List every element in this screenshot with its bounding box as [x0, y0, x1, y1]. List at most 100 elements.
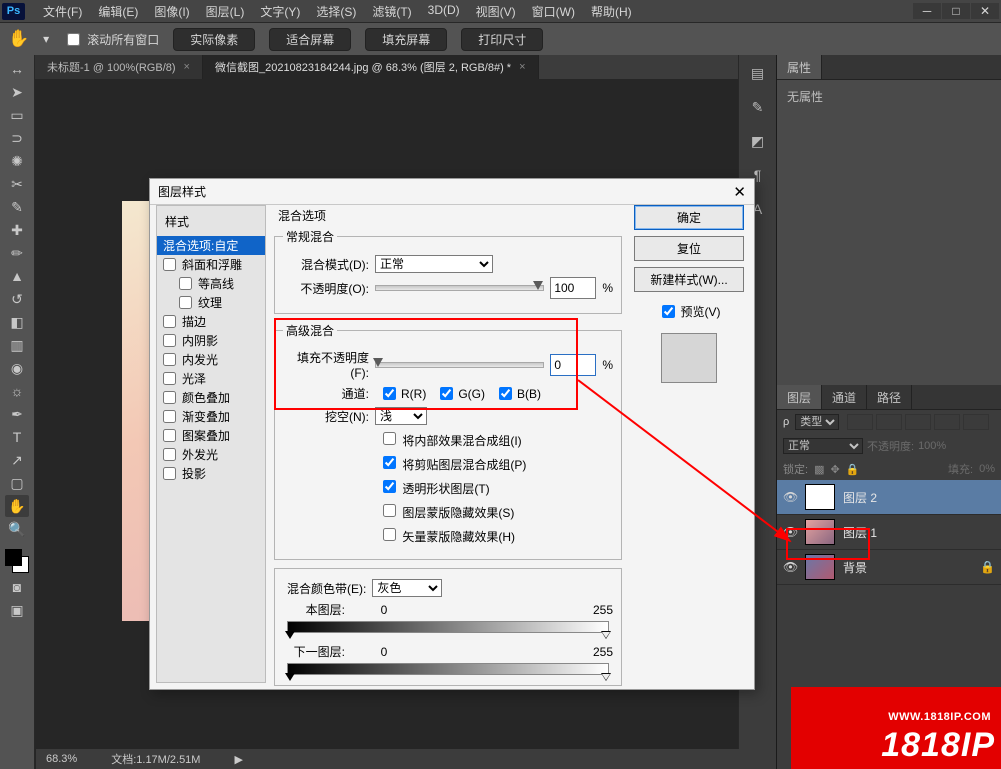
close-icon[interactable]: × — [519, 61, 525, 73]
visibility-toggle[interactable]: 👁 — [783, 490, 797, 504]
status-zoom[interactable]: 68.3% — [46, 753, 77, 765]
crop-tool[interactable]: ✂ — [5, 173, 29, 195]
maximize-button[interactable]: □ — [942, 3, 970, 19]
layer-name[interactable]: 图层 2 — [843, 489, 877, 506]
color-swatches[interactable] — [3, 547, 31, 575]
close-button[interactable]: ✕ — [971, 3, 999, 19]
style-inner-glow[interactable]: 内发光 — [157, 350, 265, 369]
eyedropper-tool[interactable]: ✎ — [5, 196, 29, 218]
chk-maskfx[interactable]: 图层蒙版隐藏效果(S) — [379, 501, 514, 521]
new-style-button[interactable]: 新建样式(W)... — [634, 267, 744, 292]
style-grad-overlay[interactable]: 渐变叠加 — [157, 407, 265, 426]
dialog-close-button[interactable]: ✕ — [733, 183, 746, 201]
marquee-tool[interactable]: ▭ — [5, 104, 29, 126]
path-select-tool[interactable]: ↗ — [5, 449, 29, 471]
blend-mode-select[interactable]: 正常 — [375, 255, 493, 273]
filter-adjust-icon[interactable] — [876, 414, 902, 430]
fit-screen-button[interactable]: 适合屏幕 — [269, 28, 351, 51]
chk-vecmaskfx[interactable]: 矢量蒙版隐藏效果(H) — [379, 525, 515, 545]
dodge-tool[interactable]: ☼ — [5, 380, 29, 402]
style-pattern-overlay[interactable]: 图案叠加 — [157, 426, 265, 445]
menu-edit[interactable]: 编辑(E) — [90, 0, 146, 23]
layer-name[interactable]: 背景 — [843, 559, 867, 576]
preview-checkbox[interactable]: 预览(V) — [634, 298, 744, 321]
status-arrow-icon[interactable]: ▶ — [234, 753, 242, 766]
style-stroke[interactable]: 描边 — [157, 312, 265, 331]
shape-tool[interactable]: ▢ — [5, 472, 29, 494]
option-scroll-all[interactable]: 滚动所有窗口 — [63, 30, 159, 49]
chk-interior[interactable]: 将内部效果混合成组(I) — [379, 429, 522, 449]
blur-tool[interactable]: ◉ — [5, 357, 29, 379]
menu-view[interactable]: 视图(V) — [468, 0, 524, 23]
gradient-tool[interactable]: ▥ — [5, 334, 29, 356]
menu-image[interactable]: 图像(I) — [146, 0, 197, 23]
menu-3d[interactable]: 3D(D) — [420, 0, 468, 23]
menu-layer[interactable]: 图层(L) — [198, 0, 253, 23]
rail-swatch-icon[interactable]: ◩ — [747, 131, 769, 151]
visibility-toggle[interactable]: 👁 — [783, 560, 797, 574]
tab-layers[interactable]: 图层 — [777, 385, 822, 409]
style-outer-glow[interactable]: 外发光 — [157, 445, 265, 464]
filter-pixel-icon[interactable] — [847, 414, 873, 430]
brush-tool[interactable]: ✏ — [5, 242, 29, 264]
style-satin[interactable]: 光泽 — [157, 369, 265, 388]
filter-smart-icon[interactable] — [963, 414, 989, 430]
lasso-tool[interactable]: ⊃ — [5, 127, 29, 149]
tab-properties[interactable]: 属性 — [777, 55, 822, 79]
tab-channels[interactable]: 通道 — [822, 385, 867, 409]
tab-paths[interactable]: 路径 — [867, 385, 912, 409]
menu-filter[interactable]: 滤镜(T) — [364, 0, 419, 23]
close-icon[interactable]: × — [184, 61, 190, 73]
healing-tool[interactable]: ✚ — [5, 219, 29, 241]
layer-opacity-value[interactable]: 100% — [918, 440, 946, 452]
eraser-tool[interactable]: ◧ — [5, 311, 29, 333]
tool-arrows-icon[interactable]: ↔ — [5, 58, 29, 80]
blendif-select[interactable]: 灰色 — [372, 579, 442, 597]
fill-value[interactable]: 0% — [979, 463, 995, 475]
layer-filter-select[interactable]: 类型 — [795, 414, 839, 430]
layer-row[interactable]: 👁 图层 2 — [777, 480, 1001, 515]
ok-button[interactable]: 确定 — [634, 205, 744, 230]
menu-help[interactable]: 帮助(H) — [583, 0, 640, 23]
menu-window[interactable]: 窗口(W) — [524, 0, 583, 23]
style-inner-shadow[interactable]: 内阴影 — [157, 331, 265, 350]
style-contour[interactable]: 等高线 — [157, 274, 265, 293]
menu-file[interactable]: 文件(F) — [35, 0, 90, 23]
style-bevel[interactable]: 斜面和浮雕 — [157, 255, 265, 274]
lock-pixels-icon[interactable]: ▩ — [814, 463, 824, 476]
screenmode-toggle[interactable]: ▣ — [5, 599, 29, 621]
quickmask-toggle[interactable]: ◙ — [5, 576, 29, 598]
opacity-slider[interactable] — [375, 285, 544, 291]
style-texture[interactable]: 纹理 — [157, 293, 265, 312]
menu-type[interactable]: 文字(Y) — [252, 0, 308, 23]
chk-clipped[interactable]: 将剪贴图层混合成组(P) — [379, 453, 526, 473]
layer-blendmode-select[interactable]: 正常 — [783, 438, 863, 454]
lock-position-icon[interactable]: ✥ — [830, 463, 839, 476]
layer-thumbnail[interactable] — [805, 484, 835, 510]
opacity-input[interactable] — [550, 277, 596, 299]
style-drop-shadow[interactable]: 投影 — [157, 464, 265, 483]
actual-pixels-button[interactable]: 实际像素 — [173, 28, 255, 51]
history-brush-tool[interactable]: ↺ — [5, 288, 29, 310]
type-tool[interactable]: T — [5, 426, 29, 448]
zoom-tool[interactable]: 🔍 — [5, 518, 29, 540]
lock-all-icon[interactable]: 🔒 — [846, 463, 860, 476]
this-layer-gradient[interactable] — [287, 621, 609, 633]
style-blending-options[interactable]: 混合选项:自定 — [157, 236, 265, 255]
pen-tool[interactable]: ✒ — [5, 403, 29, 425]
hand-tool[interactable]: ✋ — [5, 495, 29, 517]
rail-history-icon[interactable]: ▤ — [747, 63, 769, 83]
menu-select[interactable]: 选择(S) — [308, 0, 364, 23]
minimize-button[interactable]: ─ — [913, 3, 941, 19]
document-tab[interactable]: 微信截图_20210823184244.jpg @ 68.3% (图层 2, R… — [203, 55, 539, 79]
filter-shape-icon[interactable] — [934, 414, 960, 430]
fill-screen-button[interactable]: 填充屏幕 — [365, 28, 447, 51]
stamp-tool[interactable]: ▲ — [5, 265, 29, 287]
option-scroll-all-checkbox[interactable] — [67, 33, 80, 46]
document-tab[interactable]: 未标题-1 @ 100%(RGB/8)× — [35, 55, 203, 79]
rail-brush-icon[interactable]: ✎ — [747, 97, 769, 117]
under-layer-gradient[interactable] — [287, 663, 609, 675]
dialog-titlebar[interactable]: 图层样式 ✕ — [150, 179, 754, 205]
print-size-button[interactable]: 打印尺寸 — [461, 28, 543, 51]
quick-select-tool[interactable]: ✺ — [5, 150, 29, 172]
